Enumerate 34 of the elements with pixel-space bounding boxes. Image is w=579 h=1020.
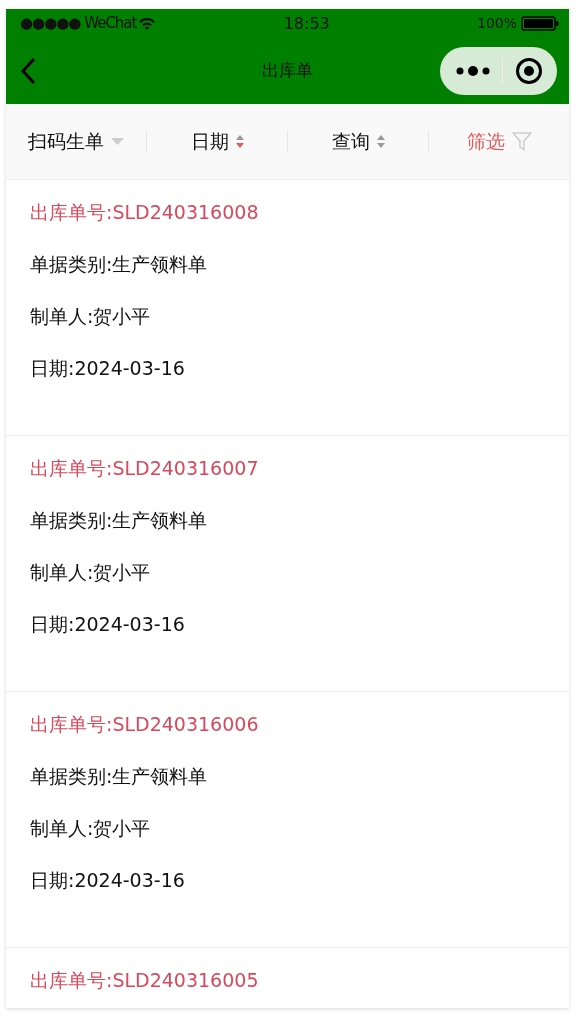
order-field: 单据类别:生产领料单 bbox=[30, 506, 545, 558]
order-card[interactable]: 出库单号:SLD240316005 bbox=[6, 948, 569, 1008]
filter-icon bbox=[511, 131, 532, 152]
filter-tab[interactable]: 筛选 bbox=[429, 128, 569, 155]
order-number: 出库单号:SLD240316005 bbox=[30, 968, 260, 993]
order-number: 出库单号:SLD240316008 bbox=[30, 200, 260, 225]
page-title: 出库单 bbox=[261, 59, 314, 82]
caret-icon bbox=[111, 137, 124, 146]
battery-icon bbox=[521, 15, 559, 31]
order-field: 制单人:贺小平 bbox=[30, 302, 545, 354]
order-field: 制单人:贺小平 bbox=[30, 814, 545, 866]
filter-tab[interactable]: 扫码生单 bbox=[6, 128, 146, 155]
order-field: 制单人:贺小平 bbox=[30, 558, 545, 610]
order-field: 日期:2024-03-16 bbox=[30, 354, 545, 406]
order-card[interactable]: 出库单号:SLD240316007 单据类别:生产领料单 制单人:贺小平 日期:2024-03-16 bbox=[6, 436, 569, 692]
order-card[interactable]: 出库单号:SLD240316008 单据类别:生产领料单 制单人:贺小平 日期:2024-03-16 bbox=[6, 180, 569, 436]
order-field: 日期:2024-03-16 bbox=[30, 610, 545, 662]
order-field: 单据类别:生产领料单 bbox=[30, 250, 545, 302]
order-field: 日期:2024-03-16 bbox=[30, 866, 545, 918]
filter-tab[interactable]: 日期 bbox=[147, 128, 287, 155]
close-target-icon[interactable] bbox=[515, 56, 543, 85]
battery-percent: 100% bbox=[476, 15, 517, 31]
status-time: 18:53 bbox=[283, 13, 331, 33]
order-field: 单据类别:生产领料单 bbox=[30, 762, 545, 814]
filter-tab[interactable]: 查询 bbox=[288, 128, 428, 155]
more-icon[interactable] bbox=[456, 64, 490, 77]
wifi-icon bbox=[138, 16, 157, 30]
order-number: 出库单号:SLD240316007 bbox=[30, 456, 260, 481]
carrier-text: ●●●●● WeChat bbox=[20, 14, 137, 32]
back-icon[interactable] bbox=[20, 56, 36, 85]
order-card[interactable]: 出库单号:SLD240316006 单据类别:生产领料单 制单人:贺小平 日期:2024-03-16 bbox=[6, 692, 569, 948]
sort-icon bbox=[376, 135, 385, 148]
order-number: 出库单号:SLD240316006 bbox=[30, 712, 260, 737]
sort-icon bbox=[235, 135, 244, 148]
